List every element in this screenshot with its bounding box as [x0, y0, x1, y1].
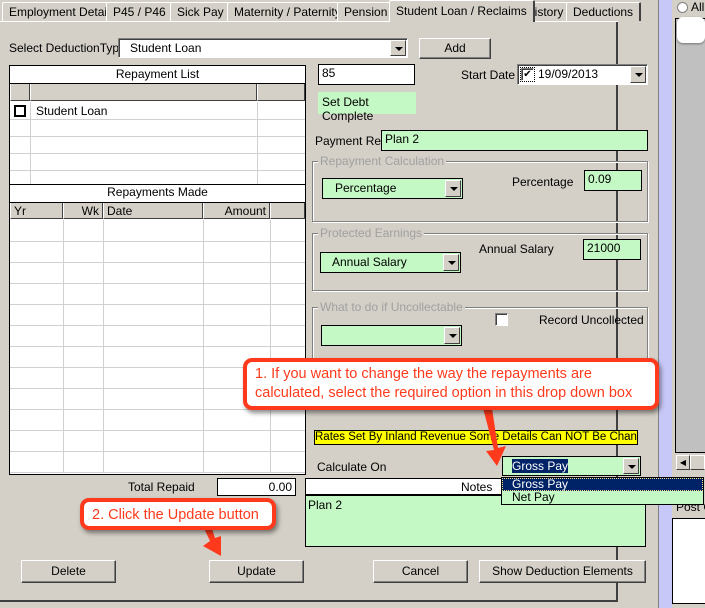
callout-step-2: 2. Click the Update button	[80, 498, 276, 530]
callout-arrow-1	[483, 408, 506, 466]
callout-step-1: 1. If you want to change the way the rep…	[243, 358, 659, 410]
tab-student-loan-reclaims[interactable]: Student Loan / Reclaims	[389, 0, 535, 22]
